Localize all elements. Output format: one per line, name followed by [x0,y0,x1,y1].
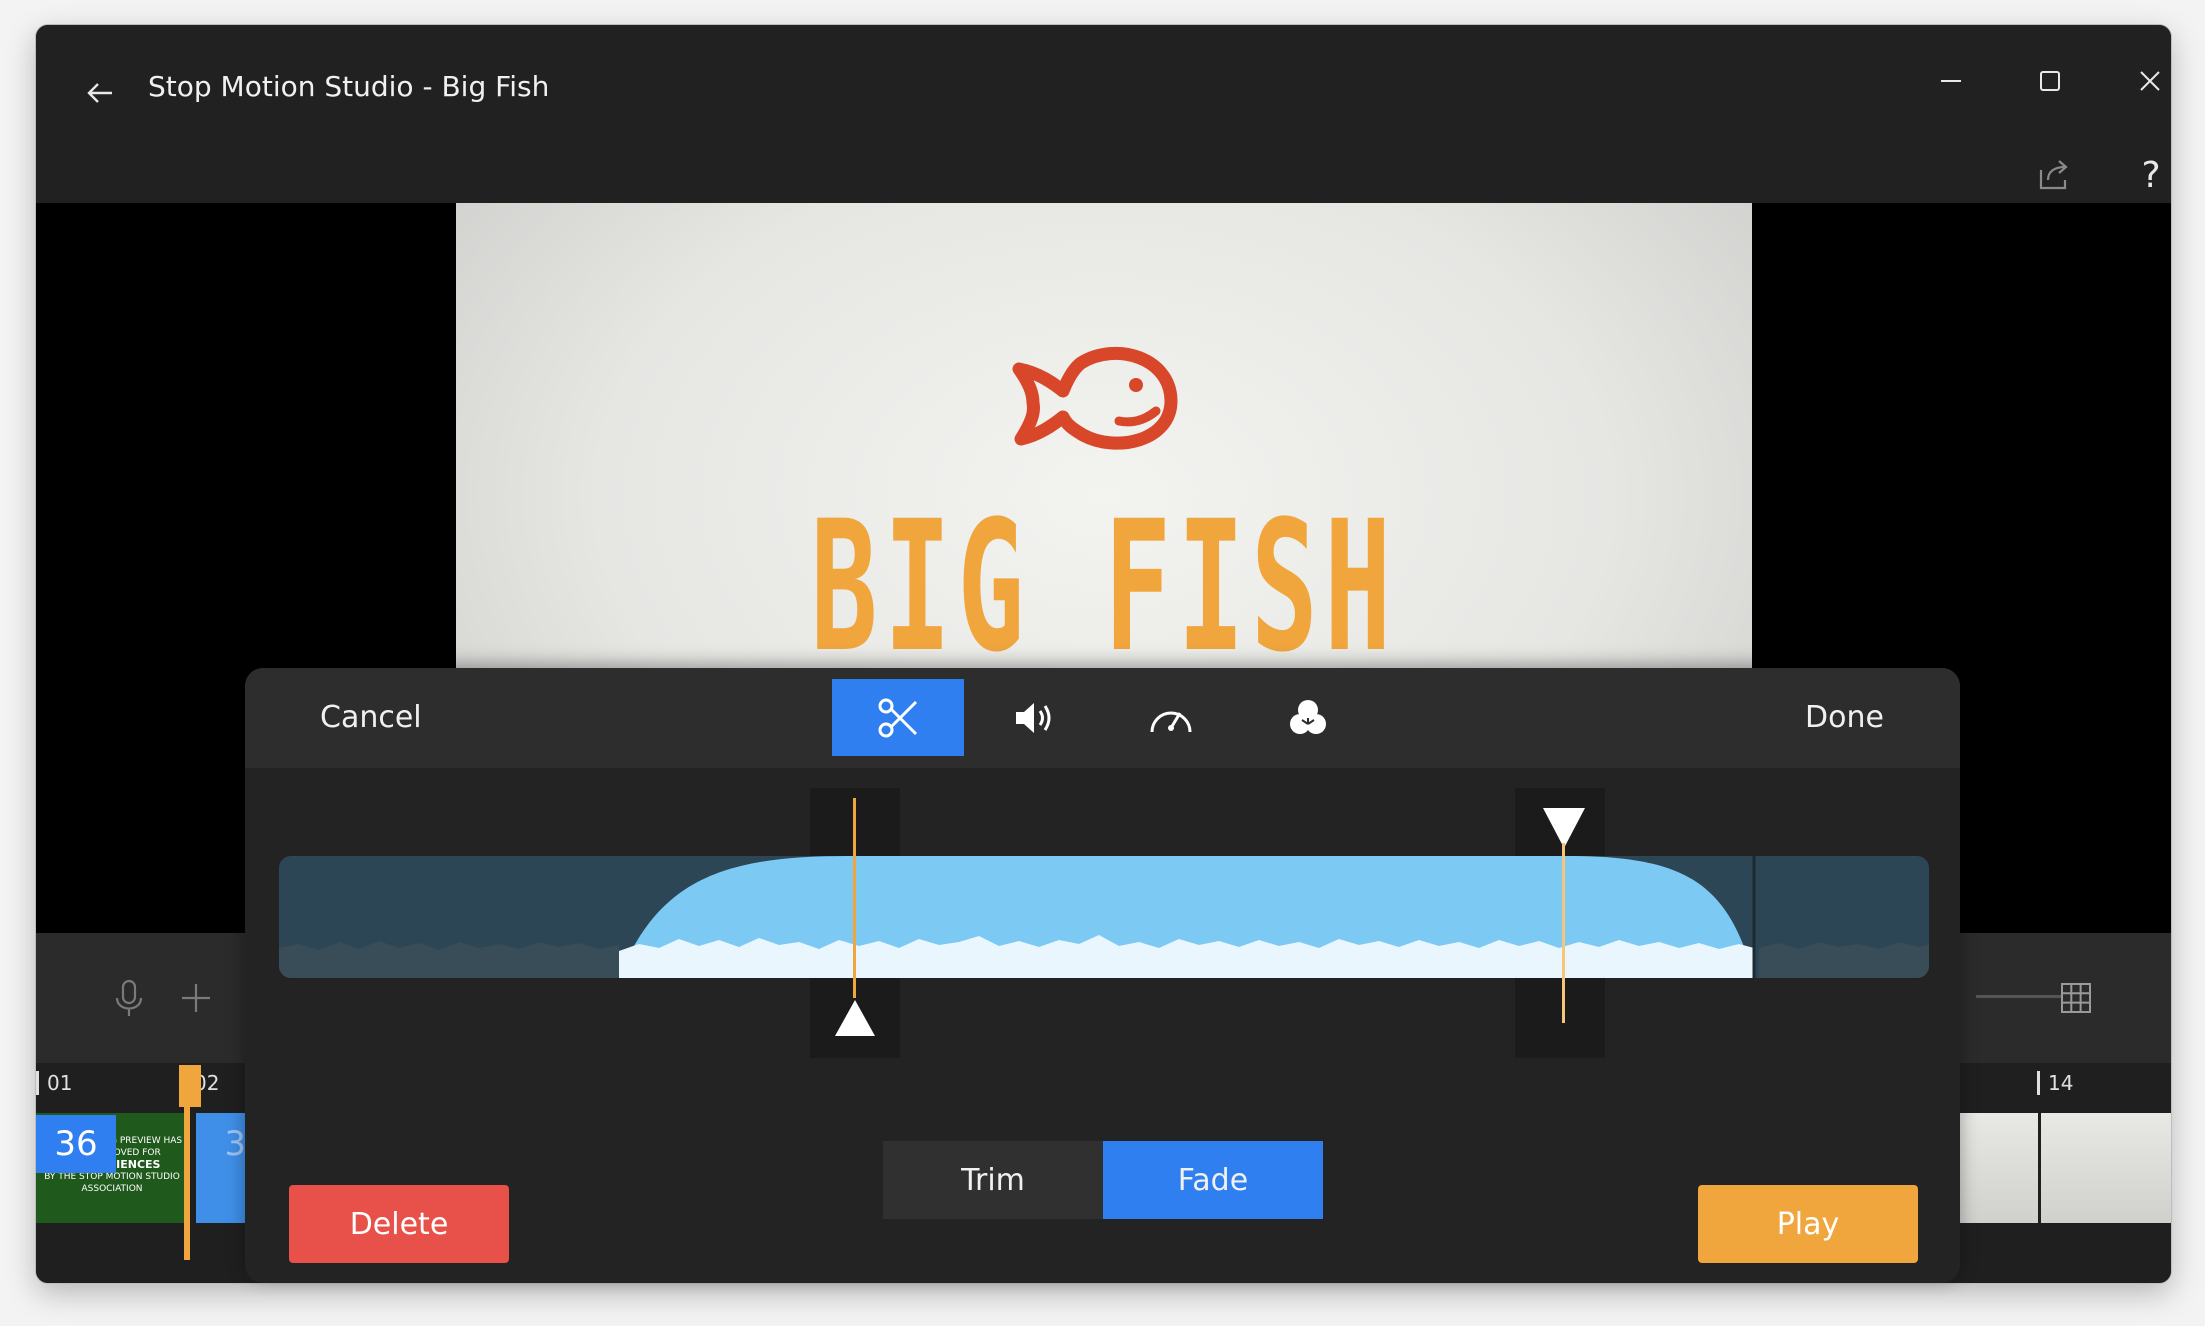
waveform-area[interactable] [279,856,1929,978]
zoom-slider-track[interactable] [1976,995,2061,998]
plus-icon [182,984,210,1012]
start-marker-line [853,798,856,998]
tab-volume[interactable] [968,679,1100,756]
record-audio-button[interactable] [104,973,154,1023]
title-bar: Stop Motion Studio - Big Fish ? [36,25,2171,203]
playhead[interactable] [184,1065,190,1260]
frame-title-text: BIG FISH [810,483,1398,692]
maximize-icon [2040,71,2060,91]
editor-header: Cancel Done [245,668,1960,768]
close-icon [2140,71,2160,91]
done-button[interactable]: Done [1805,696,1884,740]
grid-view-button[interactable] [2051,973,2101,1023]
maximize-button[interactable] [2015,51,2085,111]
help-button[interactable]: ? [2121,145,2171,205]
end-marker-line [1562,843,1565,1023]
clip-number-01: 01 [36,1071,72,1095]
audio-edit-panel: Cancel Done Trim Fade Delete Play [245,668,1960,1283]
clip-number-14: 14 [2037,1071,2073,1095]
trim-fade-toggle: Trim Fade [883,1141,1323,1219]
play-button[interactable]: Play [1698,1185,1918,1263]
window-title: Stop Motion Studio - Big Fish [148,70,550,103]
frame-count-badge: 36 [36,1115,116,1173]
delete-button[interactable]: Delete [289,1185,509,1263]
tab-speed[interactable] [1105,679,1237,756]
fish-logo-icon [1012,347,1178,450]
clip-thumbnail-14[interactable] [2041,1113,2171,1223]
tab-trim[interactable] [832,679,964,756]
microphone-icon [115,979,143,1016]
close-button[interactable] [2115,51,2171,111]
start-handle-icon[interactable] [833,998,877,1038]
share-button[interactable] [2024,145,2084,205]
minimize-button[interactable] [1916,51,1986,111]
color-circles-icon [1290,699,1326,734]
grid-icon [2061,983,2091,1013]
speedometer-icon [1150,711,1192,732]
speaker-icon [1016,702,1051,733]
scissors-icon [878,698,918,737]
waveform [279,856,1929,978]
minimize-icon [1941,80,1961,82]
trim-mode-button[interactable]: Trim [883,1141,1103,1219]
add-button[interactable] [171,973,221,1023]
clip-thumbnail-13[interactable] [1960,1113,2038,1223]
tab-effects[interactable] [1242,679,1374,756]
share-icon [2039,160,2068,190]
fade-mode-button[interactable]: Fade [1103,1141,1323,1219]
cancel-button[interactable]: Cancel [320,696,422,740]
back-arrow-icon [87,83,112,103]
thumb-line-3: BY THE STOP MOTION STUDIO ASSOCIATION [44,1172,180,1194]
playhead-handle[interactable] [179,1065,201,1107]
back-button[interactable] [70,63,130,123]
